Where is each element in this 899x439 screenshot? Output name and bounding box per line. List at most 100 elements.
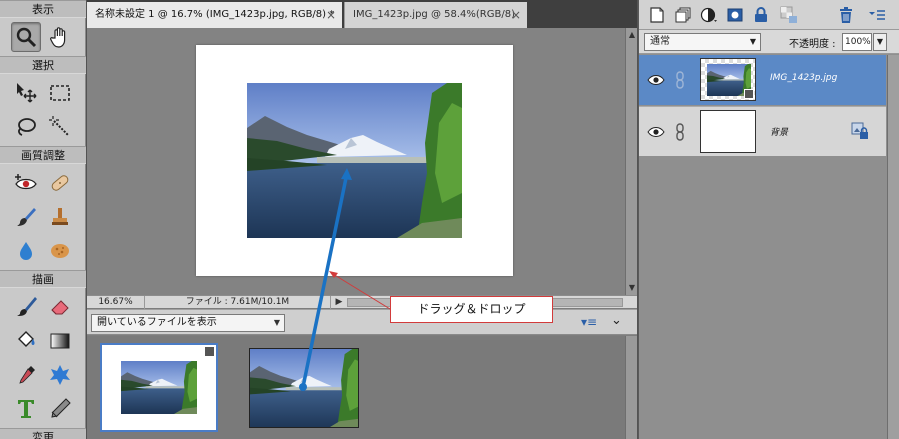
pencil-tool[interactable] bbox=[45, 394, 75, 424]
scroll-down-icon[interactable]: ▼ bbox=[627, 283, 637, 293]
pencil-icon bbox=[51, 398, 71, 418]
status-menu-arrow-icon[interactable]: ▶ bbox=[333, 296, 345, 308]
custom-shape-icon bbox=[50, 365, 70, 385]
clone-stamp-tool[interactable] bbox=[45, 202, 75, 232]
blend-mode-select[interactable]: 通常 ▼ bbox=[644, 33, 761, 51]
hand-icon bbox=[50, 27, 66, 48]
layer-name: 背景 bbox=[770, 128, 789, 138]
eyedropper-tool[interactable] bbox=[11, 360, 41, 390]
placed-photo-layer[interactable] bbox=[247, 83, 462, 238]
brush-tool[interactable] bbox=[11, 292, 41, 322]
clone-stamp-icon bbox=[52, 208, 68, 225]
photo-bin-source-value: 開いているファイルを表示 bbox=[97, 317, 217, 328]
document-tabbar: 名称未設定 1 @ 16.7% (IMG_1423p.jpg, RGB/8) *… bbox=[87, 0, 637, 28]
background-lock-icon[interactable] bbox=[851, 122, 869, 140]
layer-name: IMG_1423p.jpg bbox=[770, 73, 838, 83]
toolbox-section-modify: 変更 bbox=[0, 428, 86, 439]
move-icon bbox=[17, 83, 37, 103]
status-bar: 16.67% ファイル : 7.61M/10.1M ▶ bbox=[87, 295, 637, 309]
photo-bin-scrollbar[interactable] bbox=[625, 336, 637, 439]
photo-bin-source-select[interactable]: 開いているファイルを表示 ▼ bbox=[91, 314, 285, 332]
sponge-tool[interactable] bbox=[45, 236, 75, 266]
red-eye-icon bbox=[15, 174, 37, 190]
layers-panel: 通常 ▼ 不透明度 : 100% ▼ IMG_1423p.jpg 背景 bbox=[638, 0, 899, 439]
magic-wand-tool[interactable] bbox=[45, 112, 75, 142]
lock-all-button[interactable] bbox=[751, 5, 771, 25]
layer-row-background[interactable]: 背景 bbox=[639, 106, 886, 156]
status-file-info: ファイル : 7.61M/10.1M bbox=[145, 296, 331, 309]
tab-img-1423p[interactable]: IMG_1423p.jpg @ 58.4%(RGB/8) × bbox=[344, 2, 527, 28]
status-zoom-level[interactable]: 16.67% bbox=[87, 296, 145, 309]
new-group-button[interactable] bbox=[673, 5, 693, 25]
tab-untitled-1[interactable]: 名称未設定 1 @ 16.7% (IMG_1423p.jpg, RGB/8) *… bbox=[87, 2, 342, 28]
hand-tool[interactable] bbox=[45, 22, 75, 52]
link-icon[interactable] bbox=[675, 123, 685, 141]
close-icon[interactable]: × bbox=[511, 2, 521, 28]
smart-brush-tool[interactable] bbox=[11, 202, 41, 232]
panel-menu-icon bbox=[869, 10, 885, 20]
zoom-icon bbox=[16, 27, 37, 48]
photo-bin-thumbnail-img-1423p[interactable] bbox=[249, 348, 359, 428]
canvas-vertical-scrollbar[interactable]: ▲ ▼ bbox=[625, 28, 637, 295]
photo-bin-menu-icon[interactable]: ▾≡ bbox=[581, 315, 597, 329]
paint-bucket-tool[interactable] bbox=[11, 326, 41, 356]
custom-shape-tool[interactable] bbox=[45, 360, 75, 390]
opacity-label: 不透明度 : bbox=[789, 39, 836, 50]
document-area: 名称未設定 1 @ 16.7% (IMG_1423p.jpg, RGB/8) *… bbox=[87, 0, 637, 439]
layer-mask-button[interactable] bbox=[725, 5, 745, 25]
marquee-tool[interactable] bbox=[45, 78, 75, 108]
visibility-eye-icon[interactable] bbox=[647, 73, 665, 87]
smart-brush-icon bbox=[17, 208, 36, 226]
lock-transparency-button[interactable] bbox=[779, 5, 799, 25]
smart-object-badge-icon bbox=[744, 89, 754, 99]
adjustment-layer-button[interactable] bbox=[699, 5, 719, 25]
canvas-view[interactable] bbox=[87, 28, 625, 295]
paint-bucket-icon bbox=[18, 331, 35, 347]
link-icon[interactable] bbox=[675, 71, 685, 89]
new-layer-icon bbox=[650, 7, 664, 23]
eraser-icon bbox=[51, 300, 69, 315]
layer-thumbnail bbox=[700, 110, 756, 153]
healing-brush-tool[interactable] bbox=[45, 168, 75, 198]
visibility-eye-icon[interactable] bbox=[647, 125, 665, 139]
panel-menu-button[interactable] bbox=[867, 5, 887, 25]
adjustment-layer-icon bbox=[700, 7, 717, 23]
layer-mask-icon bbox=[727, 8, 743, 22]
trash-icon bbox=[840, 7, 852, 23]
lasso-tool[interactable] bbox=[11, 112, 41, 142]
layers-scrollbar[interactable] bbox=[887, 55, 899, 439]
close-icon[interactable]: × bbox=[326, 2, 336, 28]
zoom-tool[interactable] bbox=[11, 22, 41, 52]
layer-row-img-1423p[interactable]: IMG_1423p.jpg bbox=[639, 55, 886, 105]
gradient-icon bbox=[50, 333, 70, 349]
magic-wand-icon bbox=[49, 116, 69, 136]
toolbox-section-select: 選択 bbox=[0, 56, 86, 74]
type-tool[interactable] bbox=[11, 394, 41, 424]
toolbox: 表示 選択 画質調整 描画 変更 bbox=[0, 0, 86, 439]
photo-bin-collapse-icon[interactable]: ⌄ bbox=[611, 313, 622, 328]
brush-icon bbox=[17, 297, 37, 316]
new-layer-button[interactable] bbox=[647, 5, 667, 25]
eyedropper-icon bbox=[19, 366, 35, 384]
marquee-icon bbox=[50, 85, 70, 101]
red-eye-tool[interactable] bbox=[11, 168, 41, 198]
lake-photo-image bbox=[247, 83, 462, 238]
thumbnail-image bbox=[121, 361, 197, 414]
document-canvas[interactable] bbox=[196, 45, 513, 276]
scroll-up-icon[interactable]: ▲ bbox=[627, 30, 637, 40]
delete-layer-button[interactable] bbox=[836, 5, 856, 25]
lock-transparency-icon bbox=[780, 6, 797, 23]
tab-label: 名称未設定 1 @ 16.7% (IMG_1423p.jpg, RGB/8) * bbox=[95, 9, 335, 20]
move-tool[interactable] bbox=[11, 78, 41, 108]
healing-brush-icon bbox=[51, 175, 69, 191]
photo-bin-thumbnail-untitled[interactable] bbox=[100, 343, 218, 432]
blur-tool[interactable] bbox=[11, 236, 41, 266]
lasso-icon bbox=[18, 118, 36, 136]
gradient-tool[interactable] bbox=[45, 326, 75, 356]
eraser-tool[interactable] bbox=[45, 292, 75, 322]
tab-label: IMG_1423p.jpg @ 58.4%(RGB/8) bbox=[353, 9, 515, 20]
opacity-dropdown-icon[interactable]: ▼ bbox=[873, 33, 887, 51]
lock-icon bbox=[755, 7, 767, 22]
layer-thumbnail bbox=[700, 58, 756, 101]
opacity-input[interactable]: 100% bbox=[842, 33, 872, 51]
